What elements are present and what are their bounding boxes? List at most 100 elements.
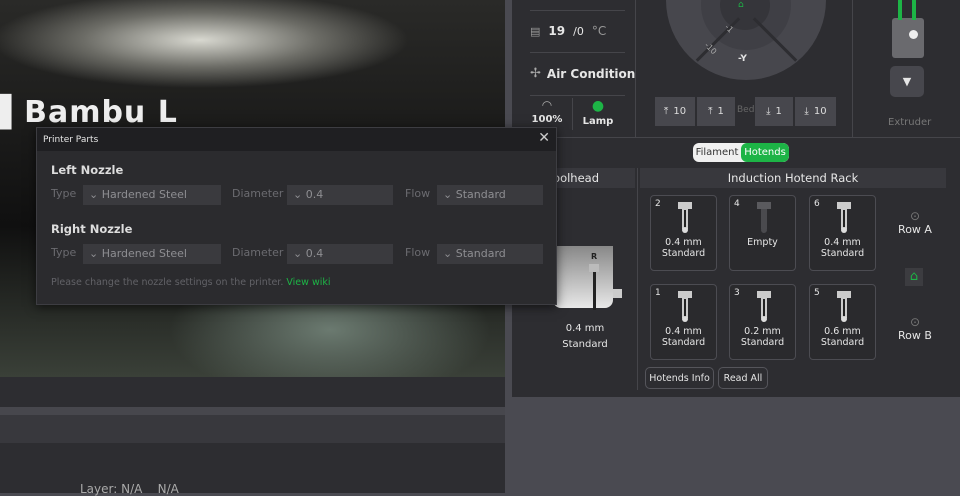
extruder-label: Extruder: [888, 117, 932, 128]
bed-up-10-button[interactable]: ⤒ 10: [655, 97, 695, 126]
diameter-label: Diameter: [232, 246, 284, 259]
extrude-down-button[interactable]: ▼: [890, 66, 924, 97]
dialog-note: Please change the nozzle settings on the…: [51, 277, 331, 288]
temp-value: 19: [548, 24, 566, 38]
hotend-slot[interactable]: 1 0.4 mm Standard: [650, 284, 717, 360]
hotend-icon: [837, 202, 851, 233]
hotend-icon: [678, 291, 692, 322]
hotends-info-button[interactable]: Hotends Info: [645, 367, 714, 389]
view-toggle: Filament Hotends: [693, 143, 789, 162]
slot-size: Empty: [747, 237, 778, 248]
tab-hotends[interactable]: Hotends: [741, 143, 789, 162]
speed-button[interactable]: ◠ 100%: [530, 98, 564, 125]
slot-flow: Standard: [661, 337, 706, 348]
bed-value: 1: [717, 106, 724, 117]
hotend-slot[interactable]: 5 0.6 mm Standard: [809, 284, 876, 360]
air-condition-button[interactable]: ✢ Air Condition: [530, 66, 635, 81]
print-info: [0, 443, 505, 493]
bed-value: 10: [813, 106, 827, 117]
view-wiki-link[interactable]: View wiki: [286, 277, 330, 288]
toolhead-flow: Standard: [562, 339, 608, 350]
slot-size: 0.2 mm: [744, 326, 781, 337]
type-label: Type: [51, 187, 77, 200]
slot-size: 0.4 mm: [665, 326, 702, 337]
toolhead-size: 0.4 mm: [565, 323, 605, 334]
row-a-label: Row A: [898, 223, 932, 236]
hotend-slot[interactable]: 4 Empty: [729, 195, 796, 271]
slot-number: 6: [814, 199, 820, 209]
type-label: Type: [51, 246, 77, 259]
extruder-image: [892, 0, 924, 58]
dialog-title: Printer Parts: [43, 135, 99, 145]
chamber-icon: ▤: [530, 24, 541, 38]
toolhead-info: 0.4 mm Standard: [555, 321, 615, 353]
flow-label: Flow: [405, 187, 431, 200]
row-b-label: Row B: [898, 329, 932, 342]
arrow-up-circle-icon: ⊙: [909, 315, 921, 329]
bed-label: Bed: [737, 105, 755, 115]
type-value: Hardened Steel: [101, 247, 187, 260]
bed-down-10-button[interactable]: ⤓ 10: [795, 97, 836, 126]
read-all-button[interactable]: Read All: [718, 367, 768, 389]
hotend-slot[interactable]: 2 0.4 mm Standard: [650, 195, 717, 271]
speed-value: 100%: [531, 114, 563, 125]
bed-up-1-button[interactable]: ⤒ 1: [697, 97, 735, 126]
hotend-slot[interactable]: 6 0.4 mm Standard: [809, 195, 876, 271]
toolhead-side: [613, 289, 622, 298]
chamber-temp: ▤ 19 /0 °C: [530, 24, 606, 38]
slot-number: 1: [655, 288, 661, 298]
bed-value: 10: [673, 106, 687, 117]
dialog-titlebar: Printer Parts: [37, 128, 556, 151]
lamp-icon: ●: [591, 98, 605, 114]
slot-flow: Standard: [820, 337, 865, 348]
slot-number: 3: [734, 288, 740, 298]
toolhead-image: R: [553, 246, 613, 310]
slot-number: 4: [734, 199, 740, 209]
gauge-icon: ◠: [541, 98, 553, 112]
diameter-value: 0.4: [305, 247, 324, 260]
jog-minus-y[interactable]: -Y: [738, 54, 747, 64]
right-diameter-select[interactable]: ⌄ 0.4: [287, 244, 393, 264]
lamp-button[interactable]: ● Lamp: [580, 98, 616, 127]
arrow-up-icon: ⤒: [708, 106, 713, 117]
fan-icon: ✢: [530, 66, 541, 81]
close-icon[interactable]: ✕: [538, 130, 550, 146]
temp-unit: °C: [591, 24, 607, 38]
left-diameter-select[interactable]: ⌄ 0.4: [287, 185, 393, 205]
layer-label: Layer: N/A: [80, 482, 143, 496]
hotend-slot[interactable]: 3 0.2 mm Standard: [729, 284, 796, 360]
temp-target[interactable]: /0: [573, 25, 584, 38]
lamp-label: Lamp: [582, 116, 614, 127]
print-header: [0, 415, 505, 443]
left-flow-select[interactable]: ⌄ Standard: [437, 185, 543, 205]
right-type-select[interactable]: ⌄ Hardened Steel: [83, 244, 221, 264]
layer-extra: N/A: [157, 482, 179, 496]
slot-flow: Standard: [820, 248, 865, 259]
tab-filament[interactable]: Filament: [693, 143, 741, 162]
row-b-button[interactable]: ⊙ Row B: [897, 315, 933, 342]
bed-down-1-button[interactable]: ⤓ 1: [755, 97, 793, 126]
left-type-select[interactable]: ⌄ Hardened Steel: [83, 185, 221, 205]
bed-value: 1: [775, 106, 782, 117]
layer-info: Layer: N/A N/A: [80, 482, 179, 496]
divider: [0, 407, 505, 415]
flow-label: Flow: [405, 246, 431, 259]
right-flow-select[interactable]: ⌄ Standard: [437, 244, 543, 264]
left-nozzle-heading: Left Nozzle: [51, 163, 124, 177]
camera-toolbar: [0, 377, 505, 407]
toolhead-badge: R: [591, 252, 598, 261]
arrow-up-icon: ⤒: [663, 106, 669, 117]
home-icon: ⌂: [738, 0, 744, 10]
rack-home-icon[interactable]: ⌂: [905, 268, 923, 286]
flow-value: Standard: [455, 247, 506, 260]
bambu-logo: ▌Bambu L: [0, 95, 178, 130]
row-a-button[interactable]: ⊙ Row A: [897, 209, 933, 236]
arrow-down-icon: ⤓: [766, 106, 771, 117]
air-condition-label: Air Condition: [546, 66, 636, 81]
empty-hotend-icon: [757, 202, 771, 233]
arrow-down-icon: ⤓: [804, 106, 809, 117]
diameter-label: Diameter: [232, 187, 284, 200]
hotend-icon: [678, 202, 692, 233]
slot-size: 0.4 mm: [665, 237, 702, 248]
diameter-value: 0.4: [305, 188, 324, 201]
